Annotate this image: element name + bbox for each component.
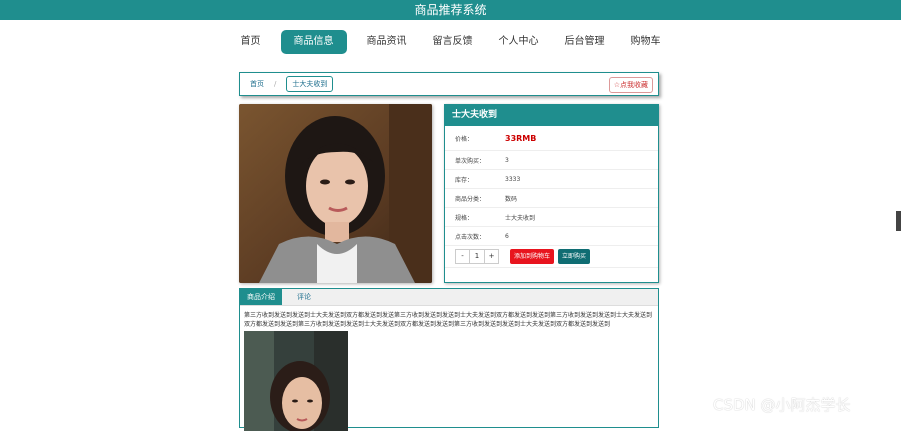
product-photo-image bbox=[239, 104, 432, 283]
description-photo-image bbox=[244, 331, 348, 431]
breadcrumb: 首页 / 士大夫收到 ☆点我收藏 bbox=[239, 72, 659, 96]
tab-introduction[interactable]: 商品介绍 bbox=[240, 289, 282, 305]
breadcrumb-current: 士大夫收到 bbox=[286, 76, 334, 92]
breadcrumb-home-link[interactable]: 首页 bbox=[250, 79, 264, 89]
product-title: 士大夫收到 bbox=[445, 105, 658, 126]
tab-comments[interactable]: 评论 bbox=[290, 289, 318, 305]
field-row: 规格： 士大夫收到 bbox=[445, 208, 658, 227]
quantity-input[interactable]: 1 bbox=[469, 250, 485, 263]
field-label: 商品分类： bbox=[455, 195, 486, 203]
main-nav: 首页 商品信息 商品资讯 留言反馈 个人中心 后台管理 购物车 bbox=[0, 29, 901, 55]
description-photo bbox=[244, 331, 348, 431]
favorite-button[interactable]: ☆点我收藏 bbox=[608, 77, 653, 93]
nav-item-feedback[interactable]: 留言反馈 bbox=[427, 30, 479, 54]
field-row: 点击次数： 6 bbox=[445, 227, 658, 246]
breadcrumb-separator: / bbox=[274, 80, 277, 88]
field-row: 商品分类： 数码 bbox=[445, 189, 658, 208]
add-to-cart-button[interactable]: 添加到购物车 bbox=[510, 249, 555, 264]
field-row: 库存： 3333 bbox=[445, 170, 658, 189]
field-value: 6 bbox=[505, 232, 509, 240]
field-value: 数码 bbox=[505, 195, 518, 203]
field-value: 3 bbox=[505, 156, 509, 164]
product-photo bbox=[239, 104, 432, 283]
favorite-button-label: 点我收藏 bbox=[620, 81, 648, 89]
nav-item-profile[interactable]: 个人中心 bbox=[493, 30, 545, 54]
nav-item-products[interactable]: 商品信息 bbox=[280, 30, 347, 54]
site-header: 商品推荐系统 bbox=[0, 0, 901, 20]
price-value: 33RMB bbox=[505, 133, 537, 143]
description-text: 第三方收到发送到发送到士大夫发送到双方都发送到发送第三方收到发送到发送到士大夫发… bbox=[244, 312, 653, 328]
field-value: 3333 bbox=[505, 175, 521, 183]
field-label: 点击次数： bbox=[455, 233, 486, 241]
field-row: 单次购买： 3 bbox=[445, 151, 658, 170]
scrollbar-handle[interactable] bbox=[896, 211, 901, 231]
quantity-minus-button[interactable]: - bbox=[456, 250, 469, 263]
field-label: 库存： bbox=[455, 176, 474, 184]
site-title: 商品推荐系统 bbox=[414, 3, 487, 17]
nav-item-home[interactable]: 首页 bbox=[235, 30, 267, 54]
field-label: 规格： bbox=[455, 214, 474, 222]
product-info-panel: 士大夫收到 价格： 33RMB 单次购买： 3 库存： 3333 商品分类： 数… bbox=[444, 104, 659, 283]
nav-item-news[interactable]: 商品资讯 bbox=[361, 30, 413, 54]
watermark: CSDN @小阿杰学长 bbox=[713, 396, 851, 414]
quantity-stepper: - 1 + bbox=[455, 249, 499, 264]
field-value: 士大夫收到 bbox=[505, 214, 536, 222]
field-label: 单次购买： bbox=[455, 157, 486, 165]
nav-item-cart[interactable]: 购物车 bbox=[625, 30, 667, 54]
quantity-plus-button[interactable]: + bbox=[485, 250, 498, 263]
price-label: 价格： bbox=[455, 135, 474, 143]
product-detail-panel: 商品介绍 评论 第三方收到发送到发送到士大夫发送到双方都发送到发送第三方收到发送… bbox=[239, 288, 659, 431]
price-row: 价格： 33RMB bbox=[445, 126, 658, 151]
buy-now-button[interactable]: 立即购买 bbox=[558, 249, 591, 264]
nav-item-admin[interactable]: 后台管理 bbox=[559, 30, 611, 54]
purchase-actions: - 1 + 添加到购物车 立即购买 bbox=[445, 246, 658, 268]
detail-tabs: 商品介绍 评论 bbox=[240, 289, 658, 306]
